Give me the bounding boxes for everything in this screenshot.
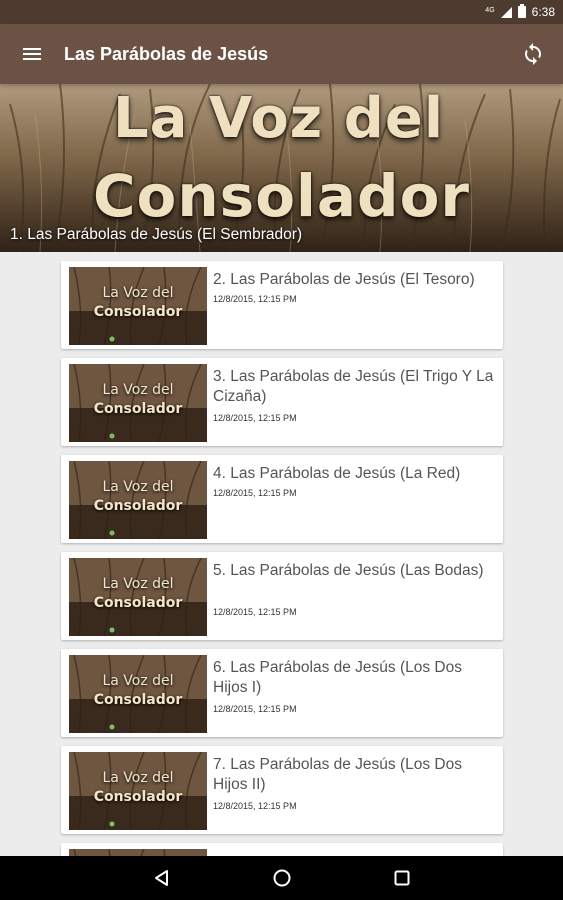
item-date: 12/8/2015, 12:15 PM [213,488,297,498]
page-title: Las Parábolas de Jesús [64,43,269,64]
featured-item-title: 1. Las Parábolas de Jesús (El Sembrador) [10,226,303,243]
refresh-icon[interactable] [503,24,563,84]
item-date: 12/8/2015, 12:15 PM [213,801,297,811]
item-title: 5. Las Parábolas de Jesús (Las Bodas) [213,562,484,579]
hero-title-line2: Consolador [92,162,471,230]
back-icon[interactable] [102,856,222,900]
hamburger-menu-icon[interactable] [0,24,64,84]
item-date: 12/8/2015, 12:15 PM [213,413,297,423]
list-item[interactable]: La Voz del Consolador 4. Las Parábolas d… [61,455,503,543]
item-thumbnail [69,849,207,856]
list-item[interactable]: La Voz del Consolador 2. Las Parábolas d… [61,261,503,349]
item-thumbnail: La Voz del Consolador [69,267,207,345]
item-thumbnail: La Voz del Consolador [69,752,207,830]
item-date: 12/8/2015, 12:15 PM [213,294,297,304]
battery-icon [517,4,526,18]
list-item[interactable]: La Voz del Consolador 6. Las Parábolas d… [61,649,503,737]
item-thumbnail: La Voz del Consolador [69,558,207,636]
app-toolbar: Las Parábolas de Jesús [0,24,563,84]
clock: 6:38 [531,5,555,19]
network-type: 4G [485,6,495,14]
featured-item[interactable]: La Voz del Consolador 1. Las Parábolas d… [0,84,563,252]
list-item[interactable]: La Voz del Consolador 7. Las Parábolas d… [61,746,503,834]
item-title: 4. Las Parábolas de Jesús (La Red) [213,465,461,482]
item-thumbnail: La Voz del Consolador [69,655,207,733]
item-title: 7. Las Parábolas de Jesús (Los Dos Hijos… [213,756,462,793]
item-thumbnail: La Voz del Consolador [69,364,207,442]
item-date: 12/8/2015, 12:15 PM [213,607,297,617]
item-thumbnail: La Voz del Consolador [69,461,207,539]
episode-list: La Voz del Consolador 2. Las Parábolas d… [0,252,563,856]
list-item[interactable]: La Voz del Consolador 3. Las Parábolas d… [61,358,503,446]
home-icon[interactable] [222,856,342,900]
list-item-partial[interactable] [61,843,503,856]
system-nav-bar [0,856,563,900]
hero-title-line1: La Voz del [112,86,445,151]
item-date: 12/8/2015, 12:15 PM [213,704,297,714]
signal-icon [500,6,512,18]
item-title: 3. Las Parábolas de Jesús (El Trigo Y La… [213,368,494,405]
recents-icon[interactable] [342,856,462,900]
item-title: 2. Las Parábolas de Jesús (El Tesoro) [213,271,475,288]
status-bar: 4G 6:38 [0,0,563,24]
list-item[interactable]: La Voz del Consolador 5. Las Parábolas d… [61,552,503,640]
item-title: 6. Las Parábolas de Jesús (Los Dos Hijos… [213,659,462,696]
